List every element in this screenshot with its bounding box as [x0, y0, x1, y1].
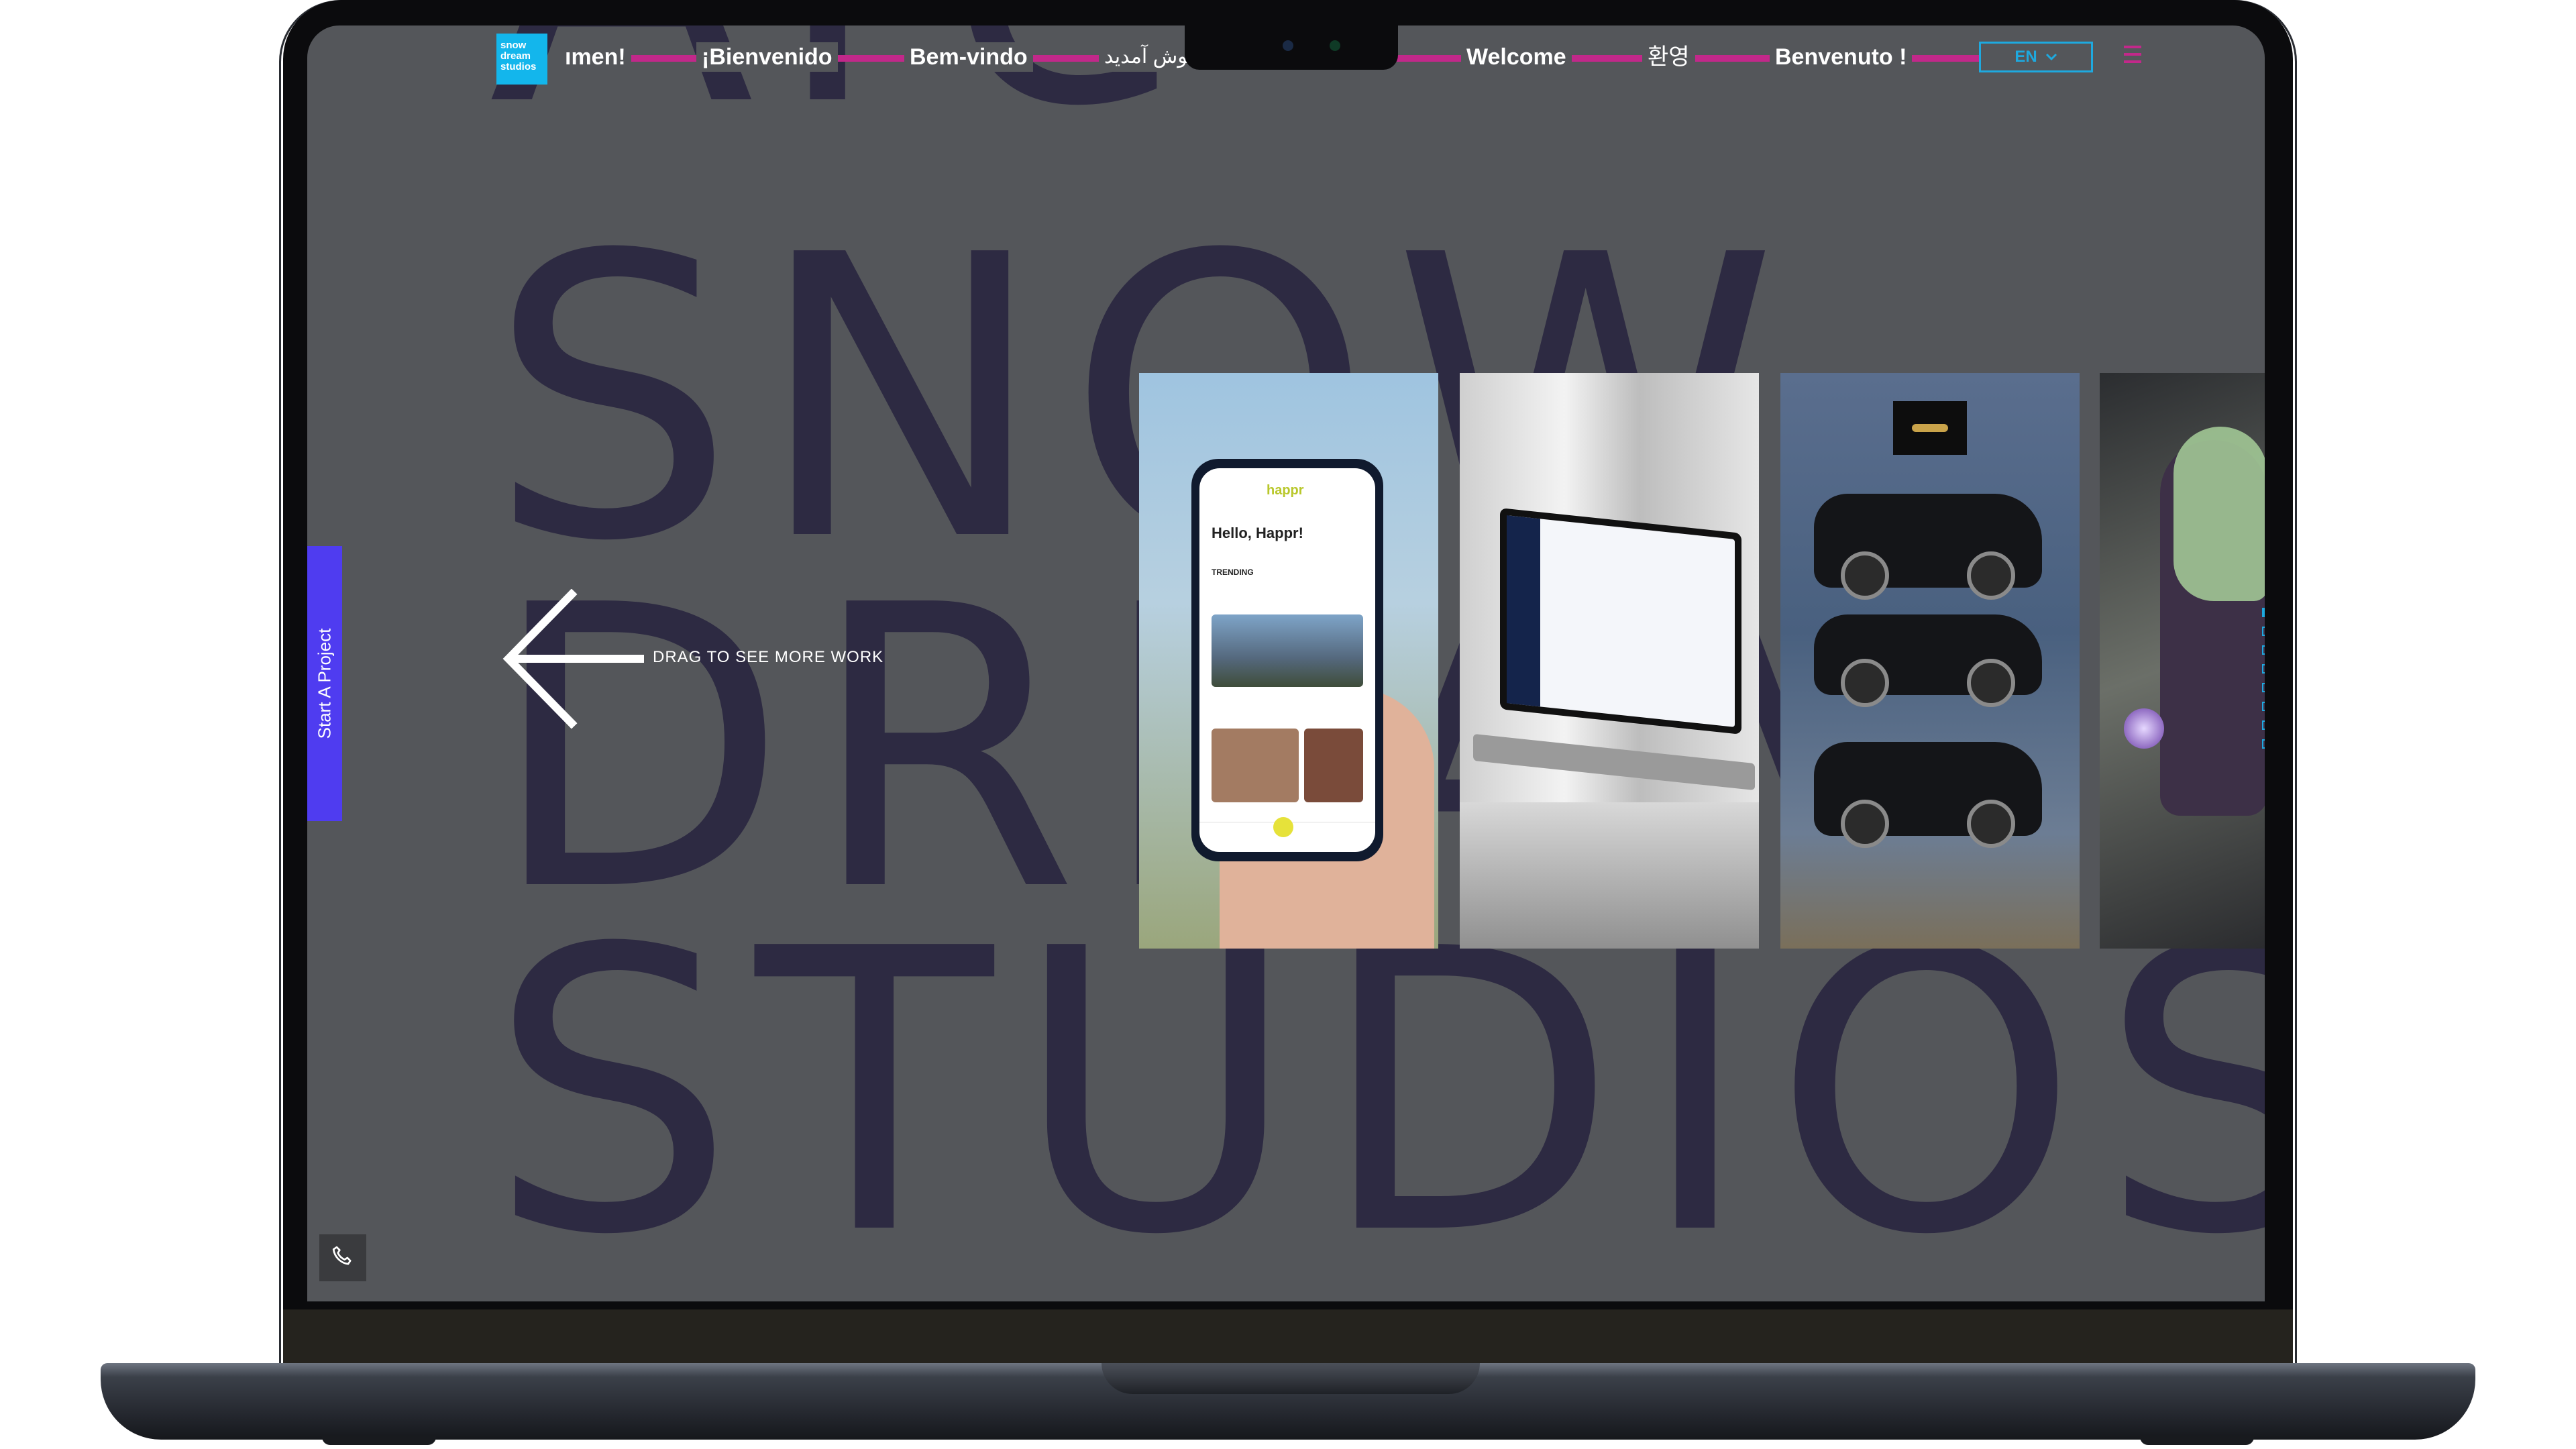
- app-post-image: [1212, 729, 1299, 802]
- greeting-turkish: ımen!: [559, 42, 631, 72]
- app-brand: happr: [1267, 483, 1304, 498]
- headline-word-4: STUDIOS: [488, 867, 2265, 1301]
- slider-dot[interactable]: [2262, 739, 2265, 749]
- logo-line-2: dream: [500, 50, 531, 62]
- slider-dot[interactable]: [2262, 627, 2265, 636]
- laptop-base-notch: [1102, 1363, 1480, 1394]
- greeting-spanish: ¡Bienvenido: [696, 42, 838, 72]
- slider-dot[interactable]: [2262, 645, 2265, 655]
- greeting-portuguese: Bem-vindo: [904, 42, 1033, 72]
- app-bottom-nav: [1199, 817, 1375, 852]
- camera-indicator: [1330, 40, 1340, 51]
- laptop-chin: [283, 1309, 2293, 1370]
- site-logo[interactable]: snow dream studios: [496, 34, 547, 85]
- slider-dot[interactable]: [2262, 608, 2265, 617]
- app-trending-image: [1212, 614, 1363, 687]
- slider-dot[interactable]: [2262, 702, 2265, 711]
- project-card-dashboard[interactable]: [1460, 373, 1759, 949]
- hamburger-menu-icon[interactable]: [2124, 46, 2141, 66]
- start-project-tab[interactable]: Start A Project: [307, 546, 342, 821]
- laptop-foot-left: [322, 1436, 436, 1445]
- phone-call-button[interactable]: [319, 1234, 366, 1281]
- language-select-value: EN: [2015, 48, 2037, 66]
- project-card-fantasy-art[interactable]: [2100, 373, 2265, 949]
- camera-lens: [1283, 40, 1293, 51]
- brand-logo-image: [1893, 401, 1967, 455]
- phone-mockup: happr Hello, Happr! TRENDING: [1191, 459, 1383, 861]
- laptop-foot-right: [2140, 1436, 2254, 1445]
- logo-line-3: studios: [500, 61, 537, 72]
- chevron-down-icon: [2045, 53, 2057, 61]
- website-screen: Are SNOW DREAM STUDIOS snow dream studio…: [307, 25, 2265, 1301]
- dashboard-laptop-base: [1473, 733, 1755, 791]
- app-greeting: Hello, Happr!: [1212, 525, 1303, 541]
- project-card-happr-app[interactable]: happr Hello, Happr! TRENDING: [1139, 373, 1438, 949]
- van-image: [1814, 742, 2042, 848]
- arrow-left-icon: [502, 589, 644, 729]
- slider-dots: [2262, 608, 2265, 758]
- greeting-italian: Benvenuto !: [1770, 42, 1913, 72]
- slider-dot[interactable]: [2262, 683, 2265, 692]
- sedan-image: [1814, 614, 2042, 707]
- slider-dot[interactable]: [2262, 720, 2265, 730]
- camera-notch: [1185, 25, 1398, 70]
- logo-line-1: snow: [500, 40, 527, 51]
- drag-hint-text: DRAG TO SEE MORE WORK: [653, 648, 884, 666]
- app-section-title: TRENDING: [1212, 568, 1254, 577]
- magic-orb: [2124, 708, 2164, 749]
- character-hair: [2174, 427, 2265, 601]
- greeting-english: Welcome: [1461, 42, 1572, 72]
- dashboard-laptop-mockup: [1500, 508, 1741, 735]
- greeting-korean: 환영: [1642, 42, 1695, 72]
- app-post-image: [1304, 729, 1363, 802]
- desk-surface: [1460, 802, 1759, 949]
- slider-dot[interactable]: [2262, 664, 2265, 674]
- dashboard-ui: [1507, 515, 1735, 727]
- phone-icon: [332, 1246, 352, 1265]
- project-card-limousine[interactable]: [1780, 373, 2080, 949]
- dashboard-sidebar: [1507, 515, 1540, 707]
- suv-image: [1814, 494, 2042, 600]
- phone-screen: happr Hello, Happr! TRENDING: [1199, 468, 1375, 852]
- start-project-label: Start A Project: [314, 628, 335, 739]
- language-select[interactable]: EN: [1979, 42, 2093, 72]
